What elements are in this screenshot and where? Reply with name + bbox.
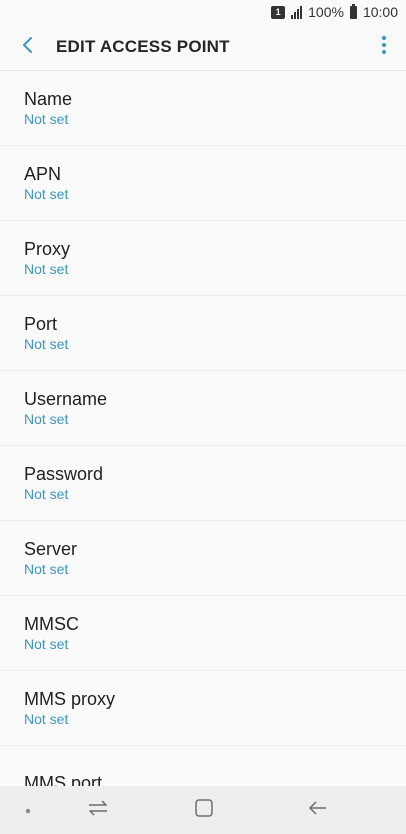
page-title: EDIT ACCESS POINT — [56, 37, 230, 56]
list-item-apn[interactable]: APN Not set — [0, 146, 406, 221]
item-label: MMSC — [24, 614, 79, 634]
dot-icon — [25, 801, 31, 819]
item-label: Name — [24, 89, 73, 109]
home-icon — [195, 798, 213, 822]
item-label: MMS port — [24, 773, 103, 786]
item-label: APN — [24, 164, 62, 184]
list-item-proxy[interactable]: Proxy Not set — [0, 221, 406, 296]
navigation-bar — [0, 786, 406, 834]
nav-dot-button[interactable] — [0, 786, 56, 834]
list-item-name[interactable]: Name Not set — [0, 71, 406, 146]
more-vert-icon — [381, 35, 387, 60]
app-bar: EDIT ACCESS POINT — [0, 24, 406, 71]
recent-apps-button[interactable] — [56, 786, 140, 834]
item-value: Not set — [24, 261, 69, 277]
item-value: Not set — [24, 711, 69, 727]
item-label: Password — [24, 464, 104, 484]
item-label: MMS proxy — [24, 689, 116, 709]
item-value: Not set — [24, 636, 69, 652]
more-options-button[interactable] — [362, 24, 406, 70]
back-arrow-icon — [309, 800, 327, 820]
item-value: Not set — [24, 561, 69, 577]
chevron-left-icon — [22, 36, 34, 59]
back-nav-button[interactable] — [268, 786, 368, 834]
item-value: Not set — [24, 486, 69, 502]
item-value: Not set — [24, 186, 69, 202]
item-label: Server — [24, 539, 78, 559]
battery-percent: 100% — [308, 4, 344, 20]
list-item-port[interactable]: Port Not set — [0, 296, 406, 371]
list-item-server[interactable]: Server Not set — [0, 521, 406, 596]
status-bar: 1 100% 10:00 — [0, 0, 406, 24]
battery-icon — [349, 3, 357, 19]
item-label: Port — [24, 314, 58, 334]
signal-icon — [291, 5, 303, 19]
apn-settings-list[interactable]: Name Not set APN Not set Proxy Not set P… — [0, 71, 406, 786]
list-item-password[interactable]: Password Not set — [0, 446, 406, 521]
list-item-mmsc[interactable]: MMSC Not set — [0, 596, 406, 671]
recent-apps-icon — [88, 799, 108, 821]
item-value: Not set — [24, 111, 69, 127]
list-item-mms-port[interactable]: MMS port — [0, 746, 406, 786]
list-item-mms-proxy[interactable]: MMS proxy Not set — [0, 671, 406, 746]
list-item-username[interactable]: Username Not set — [0, 371, 406, 446]
sim-icon: 1 — [271, 5, 286, 19]
item-label: Proxy — [24, 239, 71, 259]
item-value: Not set — [24, 411, 69, 427]
item-value: Not set — [24, 336, 69, 352]
item-label: Username — [24, 389, 108, 409]
status-time: 10:00 — [362, 4, 398, 20]
home-button[interactable] — [140, 786, 268, 834]
back-button[interactable] — [0, 24, 56, 70]
